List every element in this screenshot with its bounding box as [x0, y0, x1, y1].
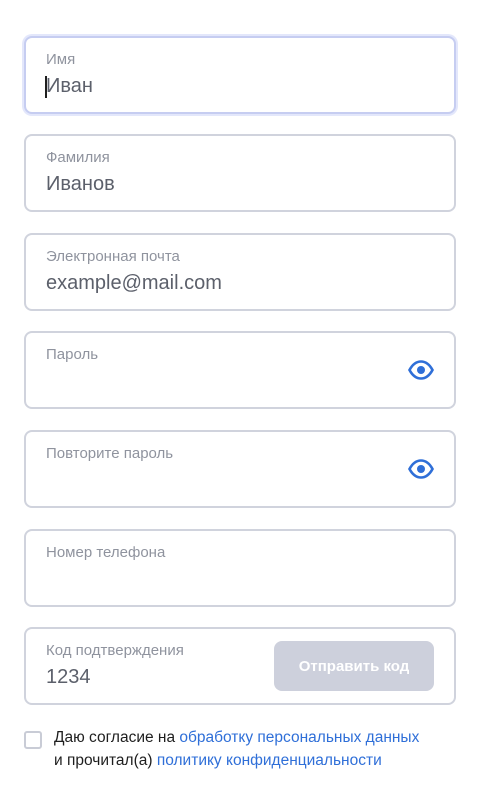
eye-icon[interactable]	[408, 360, 434, 380]
consent-text-1: Даю согласие на	[54, 729, 176, 746]
code-label: Код подтверждения	[46, 642, 184, 659]
phone-field[interactable]: Номер телефона	[24, 529, 456, 607]
privacy-policy-link[interactable]: политику конфиденциальности	[157, 752, 382, 769]
consent-checkbox[interactable]	[24, 731, 42, 749]
last-name-label: Фамилия	[46, 149, 110, 166]
last-name-field[interactable]: Фамилия Иванов	[24, 134, 456, 212]
send-code-button[interactable]: Отправить код	[274, 641, 434, 691]
email-label: Электронная почта	[46, 248, 180, 265]
eye-icon[interactable]	[408, 459, 434, 479]
email-field[interactable]: Электронная почта example@mail.com	[24, 233, 456, 311]
first-name-input[interactable]: Иван	[45, 75, 93, 98]
password-field[interactable]: Пароль	[24, 331, 456, 409]
first-name-label: Имя	[46, 51, 76, 68]
password-repeat-label: Повторите пароль	[46, 445, 174, 462]
consent-text: Даю согласие на обработку персональных д…	[54, 726, 419, 772]
code-input[interactable]: 1234	[46, 666, 91, 689]
code-field[interactable]: Код подтверждения 1234 Отправить код	[24, 627, 456, 705]
last-name-input[interactable]: Иванов	[46, 173, 115, 196]
consent-text-2: и прочитал(а)	[54, 752, 153, 769]
password-label: Пароль	[46, 346, 99, 363]
email-input[interactable]: example@mail.com	[46, 272, 222, 295]
first-name-field[interactable]: Имя Иван	[24, 36, 456, 114]
phone-label: Номер телефона	[46, 544, 166, 561]
personal-data-link[interactable]: обработку персональных данных	[179, 729, 419, 746]
registration-form: Имя Иван Фамилия Иванов Электронная почт…	[0, 0, 479, 812]
password-repeat-field[interactable]: Повторите пароль	[24, 430, 456, 508]
